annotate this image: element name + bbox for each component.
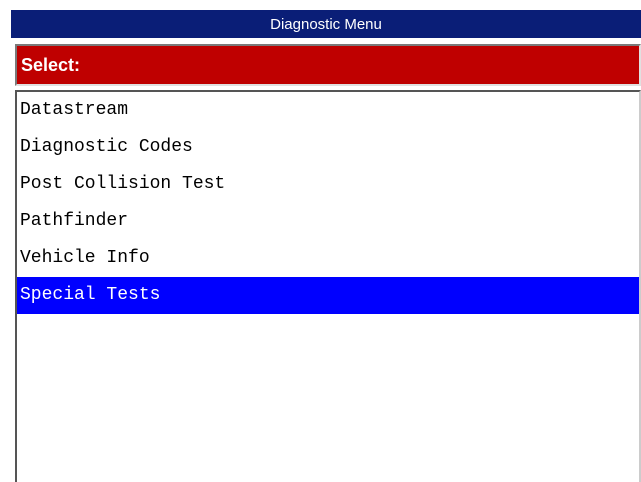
menu-list: Datastream Diagnostic Codes Post Collisi…: [15, 90, 641, 482]
menu-item-pathfinder[interactable]: Pathfinder: [17, 203, 639, 240]
menu-item-diagnostic-codes[interactable]: Diagnostic Codes: [17, 129, 639, 166]
menu-item-datastream[interactable]: Datastream: [17, 92, 639, 129]
diagnostic-screen: Diagnostic Menu Select: Datastream Diagn…: [11, 10, 641, 482]
select-prompt: Select:: [15, 44, 641, 86]
menu-item-post-collision-test[interactable]: Post Collision Test: [17, 166, 639, 203]
menu-item-vehicle-info[interactable]: Vehicle Info: [17, 240, 639, 277]
menu-item-special-tests[interactable]: Special Tests: [17, 277, 639, 314]
window-title: Diagnostic Menu: [11, 10, 641, 40]
